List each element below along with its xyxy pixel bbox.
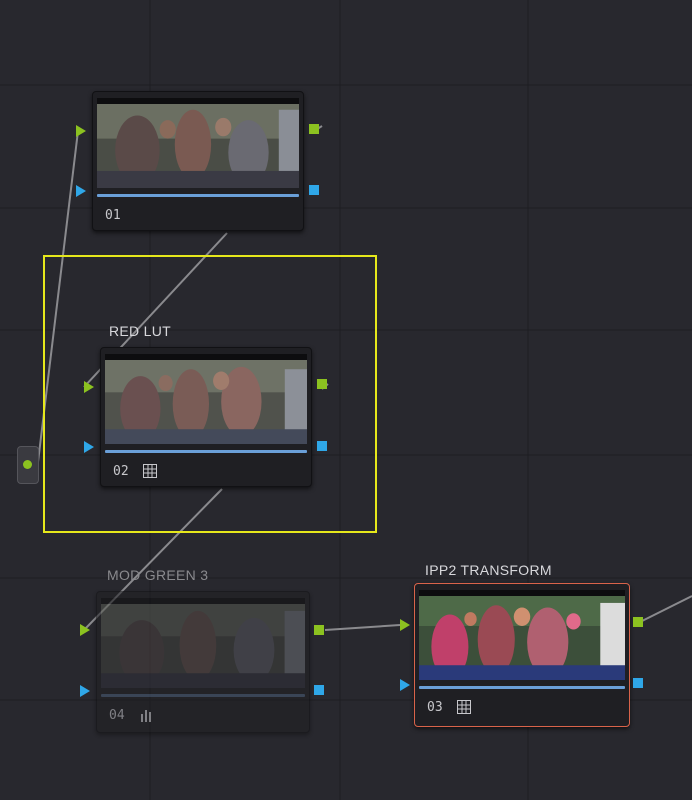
node-number: 02 (113, 464, 129, 479)
node-02[interactable]: 02 (100, 347, 312, 487)
node-progress-bar (105, 450, 307, 453)
node-03-alpha-input[interactable] (400, 679, 410, 691)
node-01-alpha-input[interactable] (76, 185, 86, 197)
node-number: 01 (105, 208, 121, 223)
wire-node-04-to-node-03 (324, 624, 401, 631)
node-thumbnail (97, 98, 299, 188)
node-progress-bar (101, 694, 305, 697)
wire-node-03-output (639, 595, 692, 623)
node-01-rgb-output[interactable] (309, 124, 319, 134)
node-03-label: IPP2 TRANSFORM (425, 562, 552, 578)
bars-icon (141, 710, 151, 722)
node-thumbnail (419, 590, 625, 680)
lut-grid-icon (143, 464, 157, 478)
node-02-alpha-input[interactable] (84, 441, 94, 453)
node-thumbnail (105, 354, 307, 444)
node-04-label: MOD GREEN 3 (107, 567, 209, 583)
node-01[interactable]: 01 (92, 91, 304, 231)
lut-grid-icon (457, 700, 471, 714)
node-04-rgb-input[interactable] (80, 624, 90, 636)
node-number: 04 (109, 708, 125, 723)
node-04-alpha-output[interactable] (314, 685, 324, 695)
node-02-rgb-input[interactable] (84, 381, 94, 393)
source-output-port[interactable] (23, 460, 32, 469)
node-thumbnail (101, 598, 305, 688)
node-03-rgb-input[interactable] (400, 619, 410, 631)
source-input-node[interactable] (17, 446, 39, 484)
node-01-alpha-output[interactable] (309, 185, 319, 195)
node-03-rgb-output[interactable] (633, 617, 643, 627)
node-02-alpha-output[interactable] (317, 441, 327, 451)
node-03[interactable]: 03 (414, 583, 630, 727)
node-03-alpha-output[interactable] (633, 678, 643, 688)
node-02-rgb-output[interactable] (317, 379, 327, 389)
node-progress-bar (419, 686, 625, 689)
node-04[interactable]: 04 (96, 591, 310, 733)
node-04-rgb-output[interactable] (314, 625, 324, 635)
node-progress-bar (97, 194, 299, 197)
node-02-label: RED LUT (109, 323, 171, 339)
node-04-alpha-input[interactable] (80, 685, 90, 697)
node-number: 03 (427, 700, 443, 715)
node-01-rgb-input[interactable] (76, 125, 86, 137)
